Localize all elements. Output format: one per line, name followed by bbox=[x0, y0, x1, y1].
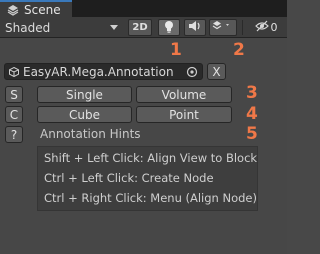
key-c-label: C bbox=[9, 107, 19, 122]
tab-bar: Scene bbox=[0, 0, 287, 17]
lighting-toggle[interactable] bbox=[158, 19, 180, 36]
effects-dropdown[interactable] bbox=[209, 19, 237, 36]
hint-line: Ctrl + Left Click: Create Node bbox=[44, 171, 214, 185]
clear-label: X bbox=[212, 64, 221, 79]
hints-box: Shift + Left Click: Align View to Block … bbox=[37, 146, 258, 211]
callout-marker: 1 bbox=[170, 40, 182, 60]
visibility-icon bbox=[254, 20, 269, 35]
callout-marker: 2 bbox=[233, 40, 245, 60]
gameobject-icon bbox=[8, 66, 20, 78]
cube-button[interactable]: Cube bbox=[37, 106, 132, 123]
scene-toolbar: Shaded 2D 0 bbox=[0, 17, 287, 38]
key-c-button[interactable]: C bbox=[5, 106, 23, 123]
key-s-label: S bbox=[10, 87, 18, 102]
audio-toggle[interactable] bbox=[184, 19, 206, 36]
annotation-object-field[interactable]: EasyAR.Mega.Annotation bbox=[4, 63, 203, 80]
chevron-down-icon bbox=[110, 25, 118, 30]
audio-icon bbox=[188, 20, 202, 35]
key-s-button[interactable]: S bbox=[5, 86, 23, 103]
single-label: Single bbox=[66, 87, 103, 102]
tab-scene[interactable]: Scene bbox=[0, 0, 72, 17]
help-button[interactable]: ? bbox=[5, 126, 23, 143]
shading-mode-label: Shaded bbox=[5, 20, 51, 35]
single-button[interactable]: Single bbox=[37, 86, 132, 103]
callout-marker: 3 bbox=[246, 83, 258, 103]
light-bulb-icon bbox=[164, 20, 174, 36]
effects-icon bbox=[212, 20, 234, 35]
hidden-objects-toggle[interactable]: 0 bbox=[247, 19, 285, 36]
tab-label: Scene bbox=[24, 2, 61, 17]
hint-line: Ctrl + Right Click: Menu (Align Node) bbox=[44, 191, 257, 205]
clear-annotation-button[interactable]: X bbox=[207, 63, 226, 80]
hint-line: Shift + Left Click: Align View to Block bbox=[44, 151, 258, 165]
callout-marker: 5 bbox=[246, 124, 258, 144]
shading-mode-dropdown[interactable]: Shaded bbox=[2, 18, 122, 37]
scene-icon bbox=[6, 3, 20, 17]
target-icon[interactable] bbox=[186, 66, 198, 78]
annotation-path: EasyAR.Mega.Annotation bbox=[23, 64, 174, 79]
point-label: Point bbox=[169, 107, 199, 122]
hints-title: Annotation Hints bbox=[40, 127, 141, 141]
help-label: ? bbox=[10, 127, 18, 142]
point-button[interactable]: Point bbox=[136, 106, 232, 123]
callout-marker: 4 bbox=[246, 104, 258, 124]
volume-button[interactable]: Volume bbox=[136, 86, 232, 103]
toolbar-divider bbox=[242, 20, 243, 35]
hidden-count: 0 bbox=[270, 21, 278, 34]
cube-label: Cube bbox=[69, 107, 100, 122]
mode-2d-label: 2D bbox=[132, 22, 148, 33]
volume-label: Volume bbox=[161, 87, 207, 102]
mode-2d-button[interactable]: 2D bbox=[128, 19, 152, 36]
